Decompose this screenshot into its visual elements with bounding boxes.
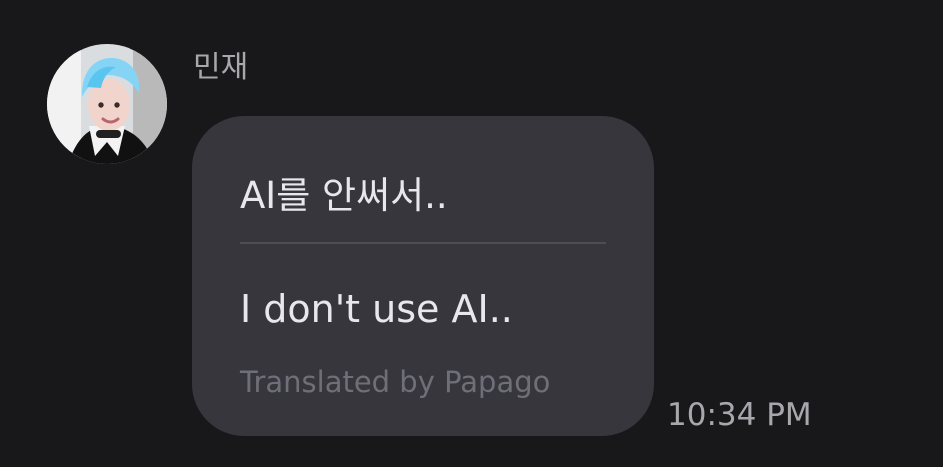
sender-avatar[interactable] [47, 44, 167, 164]
message-timestamp: 10:34 PM [667, 397, 812, 433]
translation-credit: Translated by Papago [240, 365, 551, 399]
original-message-text: AI를 안써서.. [240, 174, 448, 217]
profile-photo-icon [47, 44, 167, 164]
sender-name: 민재 [193, 50, 249, 85]
translation-divider [240, 242, 606, 244]
translated-message-text: I don't use AI.. [240, 287, 513, 331]
message-bubble[interactable]: AI를 안써서.. I don't use AI.. Translated by… [192, 116, 654, 436]
